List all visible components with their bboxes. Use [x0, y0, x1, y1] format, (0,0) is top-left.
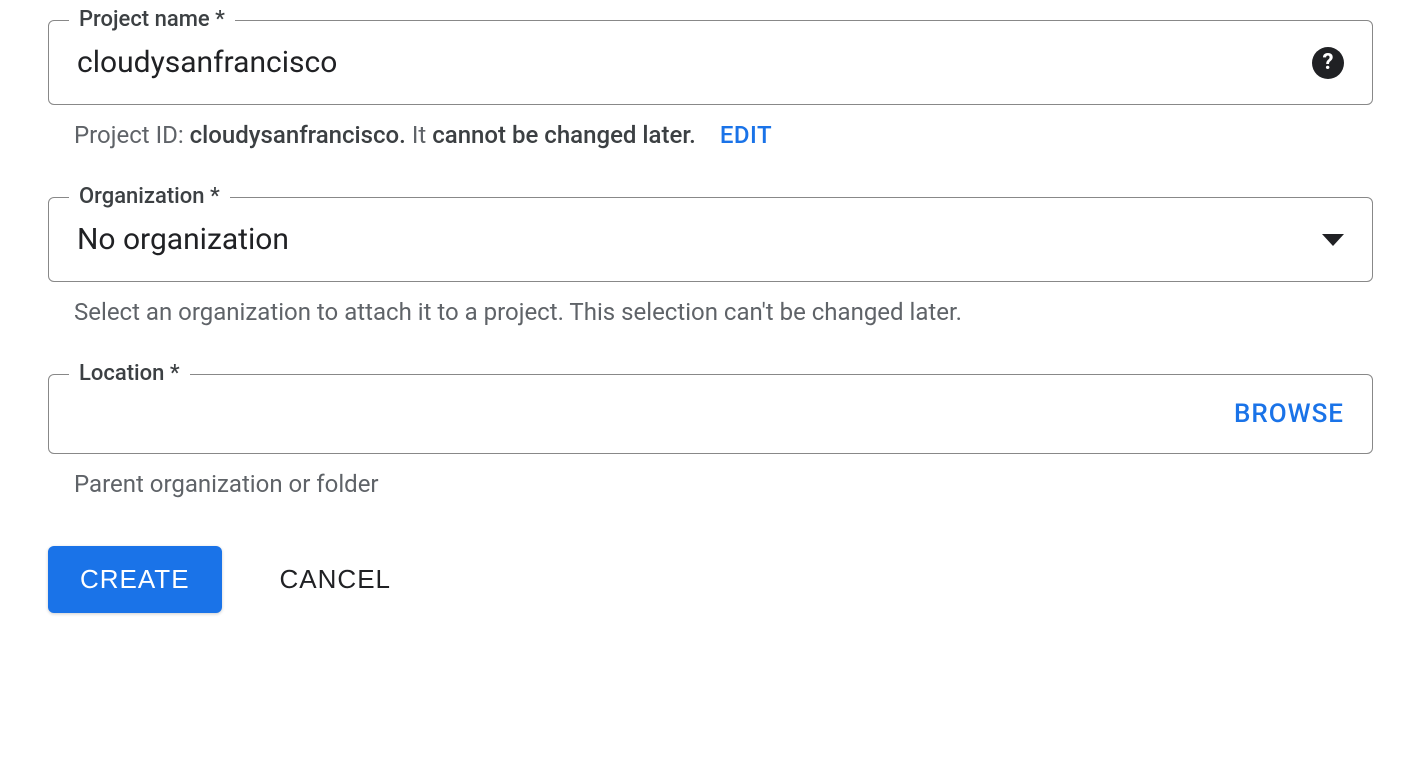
location-field[interactable]: Location * BROWSE — [48, 374, 1373, 454]
project-name-label: Project name * — [69, 7, 235, 32]
project-id-mid: It — [412, 121, 426, 149]
location-label: Location * — [69, 361, 190, 386]
project-name-field[interactable]: Project name * ? — [48, 20, 1373, 105]
project-name-group: Project name * ? Project ID: cloudysanfr… — [48, 20, 1373, 149]
organization-field[interactable]: Organization * No organization — [48, 197, 1373, 282]
organization-label: Organization * — [69, 184, 230, 209]
cancel-button[interactable]: CANCEL — [280, 564, 391, 595]
chevron-down-icon — [1322, 234, 1344, 246]
action-buttons: CREATE CANCEL — [48, 546, 1373, 613]
organization-helper: Select an organization to attach it to a… — [48, 298, 1373, 326]
new-project-form: Project name * ? Project ID: cloudysanfr… — [48, 20, 1373, 613]
browse-button[interactable]: BROWSE — [1234, 399, 1344, 429]
help-icon[interactable]: ? — [1312, 47, 1344, 79]
location-helper: Parent organization or folder — [48, 470, 1373, 498]
project-id-prefix: Project ID: — [74, 121, 184, 149]
edit-project-id-button[interactable]: EDIT — [720, 121, 772, 149]
project-name-input[interactable] — [77, 45, 1312, 80]
create-button[interactable]: CREATE — [48, 546, 222, 613]
location-group: Location * BROWSE Parent organization or… — [48, 374, 1373, 498]
organization-value: No organization — [77, 222, 1322, 257]
project-id-value: cloudysanfrancisco. — [190, 121, 406, 149]
project-id-helper: Project ID: cloudysanfrancisco. It canno… — [48, 121, 1373, 149]
project-id-warning: cannot be changed later. — [432, 121, 696, 149]
organization-group: Organization * No organization Select an… — [48, 197, 1373, 326]
